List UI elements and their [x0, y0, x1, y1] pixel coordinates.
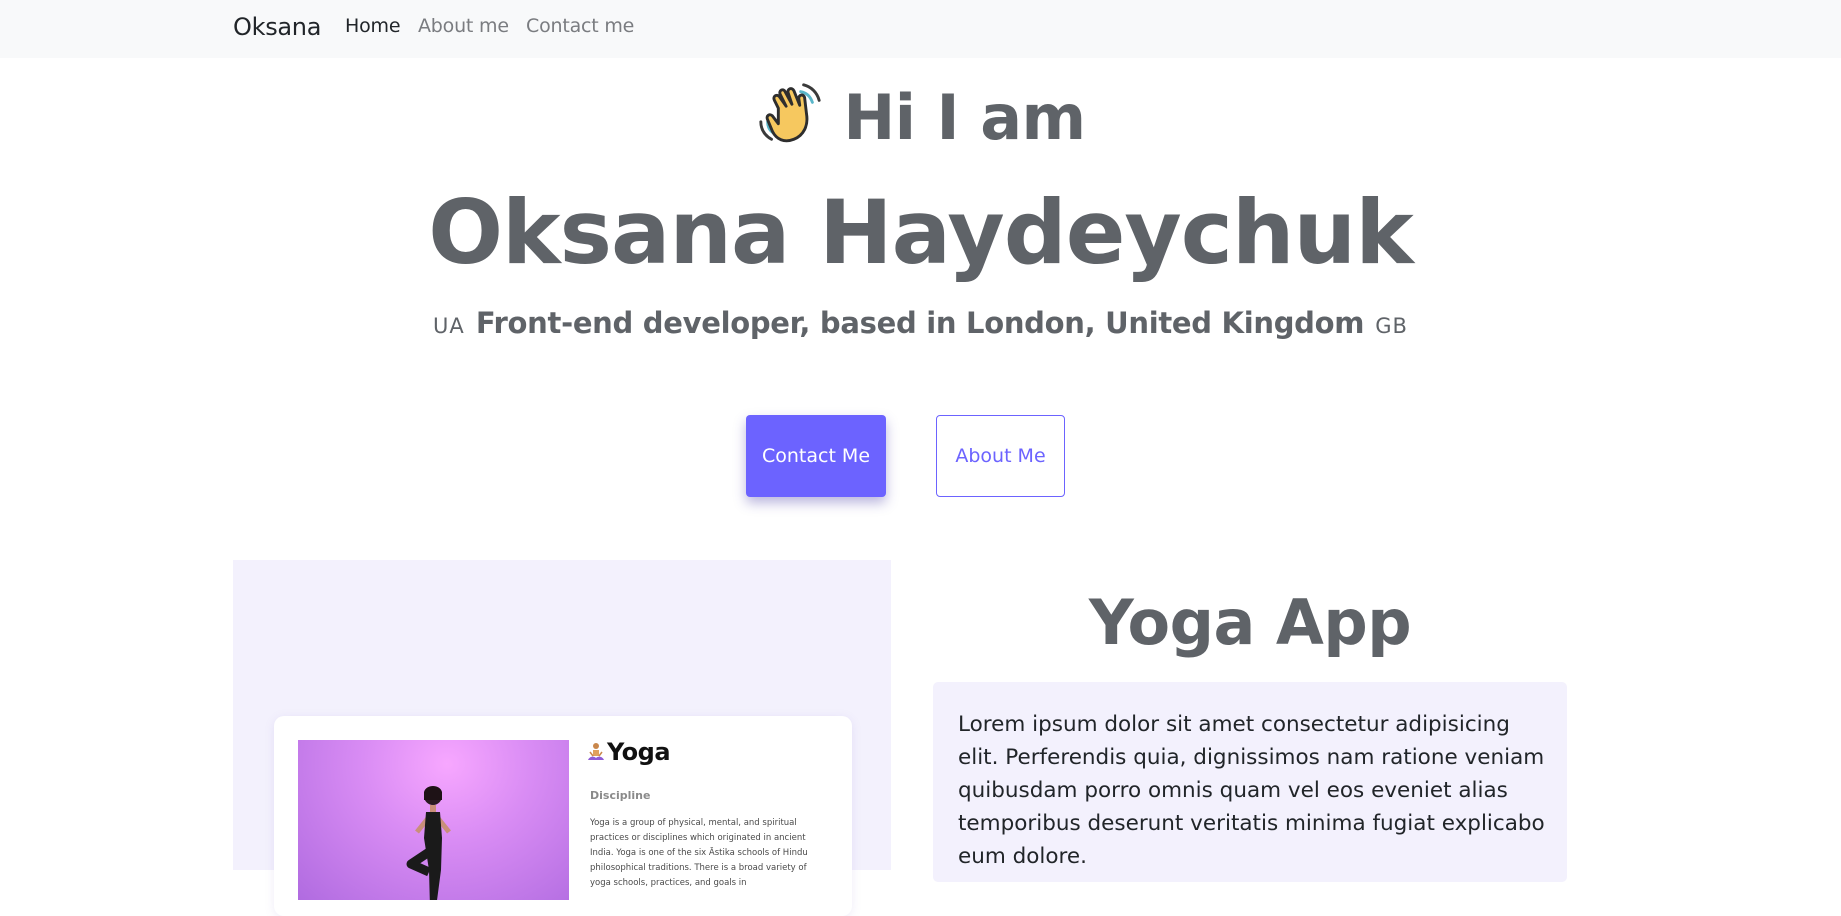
nav-link-home[interactable]: Home: [345, 15, 401, 37]
subtitle-text: Front-end developer, based in London, Un…: [475, 306, 1365, 340]
flag-gb: GB: [1375, 314, 1408, 338]
flag-ua: UA: [433, 314, 465, 338]
brand-link[interactable]: Oksana: [233, 13, 321, 41]
greeting-text: Hi I am: [843, 81, 1086, 154]
project-description: Lorem ipsum dolor sit amet consectetur a…: [958, 712, 1545, 869]
hero-subtitle: UA Front-end developer, based in London,…: [0, 303, 1841, 348]
navbar: Oksana Home About me Contact me: [0, 0, 1841, 58]
preview-description: Yoga is a group of physical, mental, and…: [590, 818, 808, 888]
project-title: Yoga App: [1088, 586, 1412, 659]
waving-hand-icon: [759, 83, 821, 143]
preview-card: Yoga Discipline Yoga is a group of physi…: [274, 716, 852, 916]
preview-title: Yoga: [587, 738, 671, 766]
hero-greeting: Hi I am: [0, 78, 1841, 158]
project-description-box: Lorem ipsum dolor sit amet consectetur a…: [933, 682, 1567, 882]
nav-link-contact[interactable]: Contact me: [526, 15, 634, 37]
about-me-button[interactable]: About Me: [936, 415, 1065, 497]
preview-title-text: Yoga: [607, 738, 671, 766]
project-preview: Yoga Discipline Yoga is a group of physi…: [233, 560, 891, 916]
preview-subheading: Discipline: [590, 789, 651, 802]
lotus-position-icon: [588, 743, 604, 760]
hero-name: Oksana Haydeychuk: [428, 181, 1413, 284]
yoga-pose-figure: [406, 786, 451, 900]
contact-me-button[interactable]: Contact Me: [746, 415, 886, 497]
nav-link-about[interactable]: About me: [418, 15, 509, 37]
yoga-photo: [298, 740, 569, 900]
